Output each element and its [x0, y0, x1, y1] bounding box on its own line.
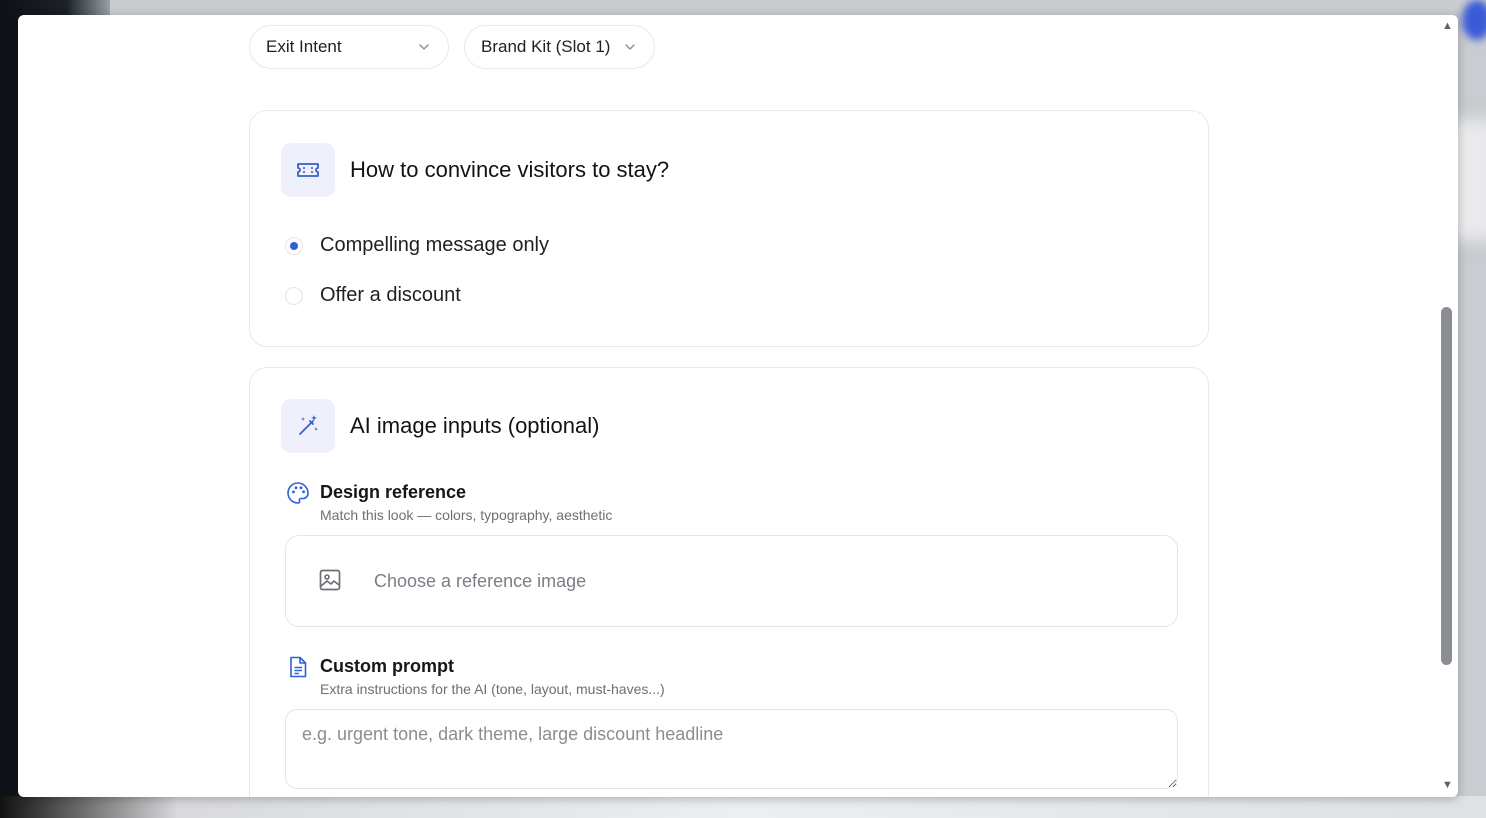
option-label: Offer a discount: [320, 284, 461, 306]
option-label: Compelling message only: [320, 234, 550, 256]
trigger-dropdown-label: Exit Intent: [266, 37, 342, 56]
design-reference-title: Design reference: [320, 482, 467, 502]
brand-kit-dropdown-label: Brand Kit (Slot 1): [481, 37, 611, 56]
modal-dialog: ▲ ▼ Exit Intent Brand Kit (Slot 1) How t…: [18, 15, 1458, 797]
custom-prompt-header: Custom prompt Extra instructions for the…: [286, 655, 665, 697]
upload-label: Choose a reference image: [374, 570, 587, 591]
palette-icon: [286, 481, 310, 505]
document-icon: [286, 655, 310, 679]
custom-prompt-subtitle: Extra instructions for the AI (tone, lay…: [320, 681, 665, 697]
ticket-icon: [281, 143, 335, 197]
radio-button[interactable]: [285, 286, 303, 305]
option-compelling-message[interactable]: Compelling message only: [285, 234, 549, 257]
chevron-down-icon: [416, 39, 432, 55]
chevron-down-icon: [622, 39, 638, 55]
scrollbar-thumb[interactable]: [1441, 307, 1452, 665]
scroll-down-arrow-icon[interactable]: ▼: [1442, 780, 1453, 791]
design-reference-header: Design reference Match this look — color…: [286, 481, 612, 523]
ai-section-title: AI image inputs (optional): [350, 413, 600, 438]
custom-prompt-title: Custom prompt: [320, 656, 454, 676]
design-reference-subtitle: Match this look — colors, typography, ae…: [320, 507, 613, 523]
trigger-dropdown[interactable]: Exit Intent: [249, 25, 449, 69]
magic-wand-icon: [281, 399, 335, 453]
scroll-up-arrow-icon[interactable]: ▲: [1442, 21, 1453, 32]
brand-kit-dropdown[interactable]: Brand Kit (Slot 1): [464, 25, 655, 69]
reference-image-upload[interactable]: Choose a reference image: [285, 535, 1178, 627]
custom-prompt-textarea[interactable]: [285, 709, 1178, 789]
convince-visitors-card: How to convince visitors to stay? Compel…: [249, 110, 1209, 347]
convince-section-title: How to convince visitors to stay?: [350, 157, 670, 182]
ai-image-inputs-card: AI image inputs (optional) Design refere…: [249, 367, 1209, 797]
radio-button-checked[interactable]: [285, 236, 303, 255]
option-offer-discount[interactable]: Offer a discount: [285, 284, 461, 307]
image-icon: [318, 568, 344, 594]
